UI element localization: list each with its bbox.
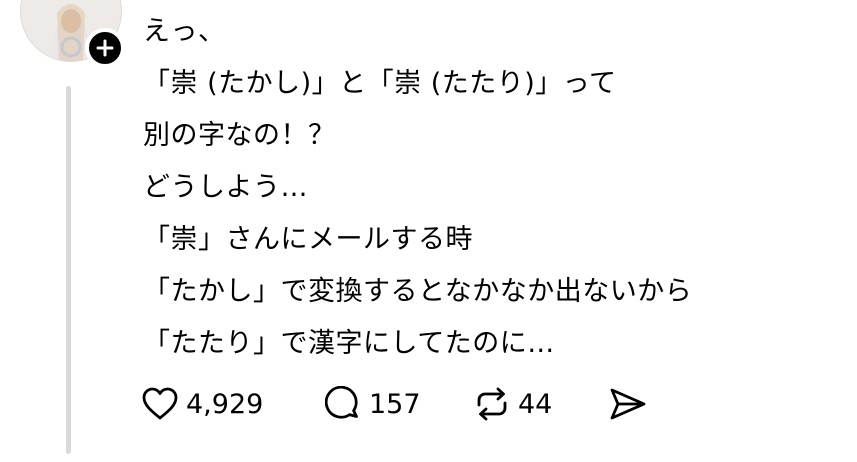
thread-line bbox=[66, 86, 71, 454]
post-line: 「崇」さんにメールする時 bbox=[143, 224, 473, 255]
repost-icon bbox=[477, 387, 507, 421]
action-bar: 4,929 157 44 bbox=[142, 380, 647, 428]
reply-button[interactable]: 157 bbox=[325, 386, 474, 422]
post-line: 「たかし」で変換するとなかなか出ないから bbox=[143, 276, 693, 307]
post-line: 「崇 (たかし)」と「崇 (たたり)」って bbox=[143, 68, 617, 99]
post-line: えっ、 bbox=[143, 16, 226, 47]
post-line: 別の字なの！？ bbox=[143, 120, 336, 151]
reply-icon bbox=[325, 386, 358, 419]
send-icon bbox=[610, 388, 646, 420]
repost-count: 44 bbox=[518, 388, 553, 420]
post-line: 「たたり」で漢字にしてたのに… bbox=[143, 328, 555, 359]
post-line: どうしよう… bbox=[143, 172, 308, 203]
post-text: えっ、 「崇 (たかし)」と「崇 (たたり)」って 別の字なの！？ どうしよう…… bbox=[143, 6, 692, 370]
share-button[interactable] bbox=[609, 387, 647, 421]
follow-button[interactable] bbox=[85, 28, 125, 68]
plus-icon bbox=[96, 39, 114, 57]
reply-count: 157 bbox=[369, 388, 421, 420]
like-count: 4,929 bbox=[186, 388, 264, 420]
like-button[interactable]: 4,929 bbox=[142, 387, 325, 421]
heart-icon bbox=[142, 387, 178, 420]
repost-button[interactable]: 44 bbox=[474, 386, 609, 422]
